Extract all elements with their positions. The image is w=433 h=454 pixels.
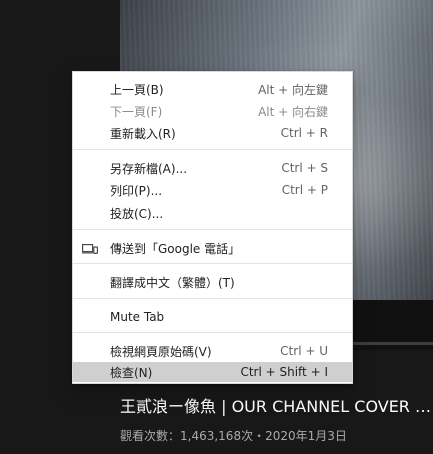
menu-item-shortcut: Ctrl + S [281, 161, 328, 175]
page: 王貳浪ー像魚 | OUR CHANNEL COVER #76 觀看次數：1,46… [0, 0, 433, 454]
menu-item-forward[interactable]: 下一頁(F) Alt + 向右鍵 [73, 101, 352, 121]
menu-item-save-as[interactable]: 另存新檔(A)... Ctrl + S [73, 158, 352, 178]
menu-item-label: 翻譯成中文（繁體）(T) [110, 275, 235, 290]
menu-item-view-source[interactable]: 檢視網頁原始碼(V) Ctrl + U [73, 341, 352, 361]
menu-item-label: 另存新檔(A)... [110, 161, 188, 176]
context-menu: 上一頁(B) Alt + 向左鍵 下一頁(F) Alt + 向右鍵 重新載入(R… [72, 71, 353, 384]
menu-item-shortcut: Ctrl + P [281, 183, 328, 197]
menu-item-translate[interactable]: 翻譯成中文（繁體）(T) [73, 272, 352, 292]
video-title: 王貳浪ー像魚 | OUR CHANNEL COVER #76 [120, 397, 433, 416]
menu-item-label: 上一頁(B) [110, 82, 164, 97]
devices-icon [82, 243, 99, 255]
menu-item-inspect[interactable]: 檢查(N) Ctrl + Shift + I [73, 362, 352, 382]
menu-item-shortcut: Ctrl + U [280, 344, 328, 358]
menu-item-shortcut: Ctrl + R [280, 126, 328, 140]
menu-item-label: 投放(C)... [110, 206, 164, 221]
menu-item-label: 檢視網頁原始碼(V) [110, 344, 212, 359]
menu-item-label: Mute Tab [110, 310, 165, 324]
menu-item-label: 下一頁(F) [110, 104, 163, 119]
menu-item-shortcut: Alt + 向右鍵 [258, 104, 328, 119]
menu-item-label: 傳送到「Google 電話」 [110, 241, 241, 256]
menu-separator [73, 263, 352, 264]
menu-item-print[interactable]: 列印(P)... Ctrl + P [73, 180, 352, 200]
video-meta: 觀看次數：1,463,168次・2020年1月3日 [120, 429, 347, 443]
menu-item-cast[interactable]: 投放(C)... [73, 203, 352, 223]
menu-item-mute-tab[interactable]: Mute Tab [73, 307, 352, 327]
menu-item-shortcut: Ctrl + Shift + I [240, 365, 328, 379]
menu-item-shortcut: Alt + 向左鍵 [258, 82, 328, 97]
menu-item-label: 檢查(N) [110, 365, 153, 380]
menu-separator [73, 149, 352, 150]
menu-item-back[interactable]: 上一頁(B) Alt + 向左鍵 [73, 79, 352, 99]
menu-separator [73, 229, 352, 230]
menu-separator [73, 332, 352, 333]
menu-separator [73, 298, 352, 299]
menu-item-label: 列印(P)... [110, 183, 163, 198]
menu-item-label: 重新載入(R) [110, 126, 176, 141]
menu-item-send-to-devices[interactable]: 傳送到「Google 電話」 [73, 238, 352, 258]
menu-item-reload[interactable]: 重新載入(R) Ctrl + R [73, 123, 352, 143]
